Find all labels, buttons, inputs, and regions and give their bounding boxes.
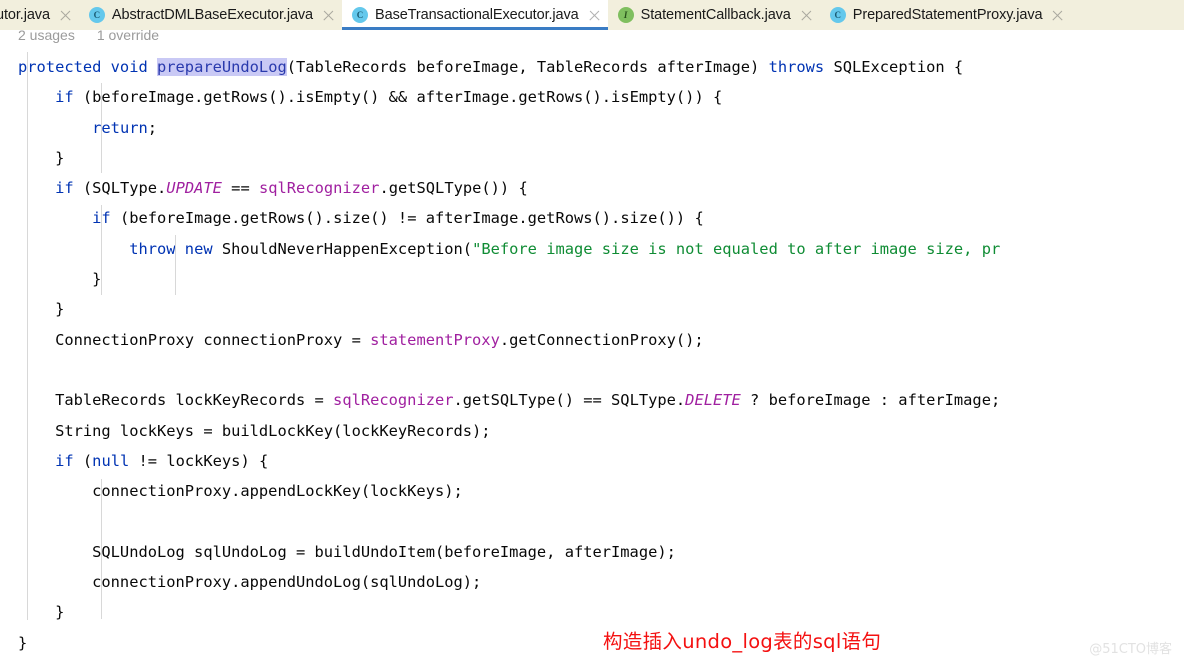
code-token: UPDATE bbox=[166, 179, 222, 198]
code-line[interactable]: String lockKeys = buildLockKey(lockKeyRe… bbox=[18, 416, 1184, 446]
code-token: sqlRecognizer bbox=[258, 179, 380, 198]
code-token: ConnectionProxy connectionProxy = bbox=[18, 330, 371, 349]
code-line[interactable]: ConnectionProxy connectionProxy = statem… bbox=[18, 325, 1184, 355]
class-icon: C bbox=[88, 7, 105, 23]
code-line[interactable]: TableRecords lockKeyRecords = sqlRecogni… bbox=[18, 385, 1184, 415]
code-line[interactable]: connectionProxy.appendLockKey(lockKeys); bbox=[18, 476, 1184, 506]
indent-guide bbox=[101, 83, 102, 173]
code-token: == bbox=[221, 179, 259, 198]
inlay-hint[interactable]: 2 usages bbox=[18, 27, 75, 43]
indent-guide bbox=[101, 479, 102, 619]
code-token: protected void bbox=[18, 58, 157, 76]
code-token: prepareUndoLog bbox=[157, 58, 287, 76]
editor-tab-label: StatementCallback.java bbox=[640, 7, 791, 23]
code-line[interactable]: } bbox=[18, 628, 1184, 658]
editor-tab[interactable]: C AbstractDMLBaseExecutor.java bbox=[78, 0, 343, 30]
code-line[interactable]: } bbox=[18, 143, 1184, 173]
close-icon[interactable] bbox=[322, 9, 335, 22]
code-line[interactable]: if (null != lockKeys) { bbox=[18, 446, 1184, 476]
code-token: } bbox=[18, 633, 28, 652]
editor-tab[interactable]: utor.java bbox=[0, 0, 79, 30]
code-token: if bbox=[55, 88, 83, 107]
indent-guide bbox=[101, 205, 102, 295]
code-line[interactable]: } bbox=[18, 294, 1184, 324]
red-annotation-note: 构造插入undo_log表的sql语句 bbox=[603, 630, 882, 653]
interface-icon: I bbox=[617, 7, 634, 23]
editor-tab-label: PreparedStatementProxy.java bbox=[852, 7, 1043, 23]
code-token: connectionProxy.appendLockKey(lockKeys); bbox=[18, 482, 463, 501]
code-token: } bbox=[18, 270, 102, 289]
code-token: statementProxy bbox=[370, 330, 500, 349]
code-token: ; bbox=[147, 118, 158, 137]
code-token: (beforeImage.getRows().size() != afterIm… bbox=[119, 209, 704, 228]
code-line[interactable] bbox=[18, 355, 1184, 385]
close-icon[interactable] bbox=[588, 9, 601, 22]
class-icon: C bbox=[352, 7, 369, 23]
editor-tab[interactable]: C PreparedStatementProxy.java bbox=[819, 0, 1072, 30]
code-token: if bbox=[92, 209, 120, 228]
code-token: } bbox=[18, 148, 65, 167]
code-token: if bbox=[55, 451, 83, 470]
indent-guide bbox=[175, 235, 176, 295]
inlay-hint[interactable]: 1 override bbox=[97, 27, 159, 43]
code-token: SQLUndoLog sqlUndoLog = buildUndoItem(be… bbox=[18, 542, 676, 561]
close-icon[interactable] bbox=[1051, 9, 1064, 22]
code-token: .getConnectionProxy(); bbox=[499, 330, 704, 349]
code-line[interactable] bbox=[18, 506, 1184, 536]
code-token: DELETE bbox=[685, 391, 741, 410]
code-token: (beforeImage.getRows().isEmpty() && afte… bbox=[82, 88, 723, 107]
code-line[interactable]: return; bbox=[18, 113, 1184, 143]
code-token: TableRecords lockKeyRecords = bbox=[18, 391, 334, 410]
editor-tab-label: AbstractDMLBaseExecutor.java bbox=[111, 7, 314, 23]
code-line[interactable]: throw new ShouldNeverHappenException("Be… bbox=[18, 234, 1184, 264]
code-token: String lockKeys = buildLockKey(lockKeyRe… bbox=[18, 421, 491, 440]
code-token: } bbox=[18, 300, 65, 319]
code-line[interactable]: connectionProxy.appendUndoLog(sqlUndoLog… bbox=[18, 567, 1184, 597]
code-token: null bbox=[92, 451, 130, 470]
code-token: sqlRecognizer bbox=[333, 391, 454, 410]
code-line[interactable]: protected void prepareUndoLog(TableRecor… bbox=[18, 52, 1184, 82]
code-line[interactable]: } bbox=[18, 597, 1184, 627]
code-token: } bbox=[18, 603, 65, 622]
code-token: ? beforeImage : afterImage; bbox=[740, 391, 1001, 410]
code-token: connectionProxy.appendUndoLog(sqlUndoLog… bbox=[18, 573, 482, 592]
code-line[interactable]: if (SQLType.UPDATE == sqlRecognizer.getS… bbox=[18, 173, 1184, 203]
editor-tab[interactable]: C BaseTransactionalExecutor.java bbox=[342, 0, 608, 30]
editor-tab-label: BaseTransactionalExecutor.java bbox=[375, 7, 579, 23]
code-token: ShouldNeverHappenException( bbox=[221, 239, 473, 258]
code-line[interactable]: SQLUndoLog sqlUndoLog = buildUndoItem(be… bbox=[18, 537, 1184, 567]
code-token: .getSQLType() == SQLType. bbox=[453, 391, 686, 410]
code-token: != lockKeys) { bbox=[129, 451, 269, 470]
code-token: if bbox=[55, 179, 83, 198]
code-token: throws bbox=[768, 58, 834, 76]
code-editor-area[interactable]: protected void prepareUndoLog(TableRecor… bbox=[0, 47, 1184, 663]
gutter-inlay-hints[interactable]: 2 usages 1 override bbox=[0, 27, 1184, 47]
editor-window: utor.java C AbstractDMLBaseExecutor.java C B… bbox=[0, 0, 1184, 663]
close-icon[interactable] bbox=[800, 9, 813, 22]
code-token: "Before image size is not equaled to aft… bbox=[472, 239, 1001, 258]
close-icon[interactable] bbox=[59, 9, 72, 22]
code-token: (SQLType. bbox=[82, 179, 167, 198]
code-line[interactable]: } bbox=[18, 264, 1184, 294]
code-token: SQLException { bbox=[833, 58, 964, 76]
source-code[interactable]: protected void prepareUndoLog(TableRecor… bbox=[0, 47, 1184, 658]
code-line[interactable]: if (beforeImage.getRows().size() != afte… bbox=[18, 203, 1184, 233]
watermark-label: @51CTO博客 bbox=[1089, 642, 1172, 657]
indent-guide bbox=[27, 52, 28, 620]
editor-tab-label: utor.java bbox=[0, 7, 50, 23]
class-icon: C bbox=[829, 7, 846, 23]
code-line[interactable]: if (beforeImage.getRows().isEmpty() && a… bbox=[18, 82, 1184, 112]
editor-tab-bar: utor.java C AbstractDMLBaseExecutor.java C B… bbox=[0, 0, 1184, 30]
code-token: ( bbox=[82, 451, 93, 470]
editor-tab[interactable]: I StatementCallback.java bbox=[607, 0, 820, 30]
code-token: (TableRecords beforeImage, TableRecords … bbox=[286, 58, 769, 76]
code-token: .getSQLType()) { bbox=[379, 179, 528, 198]
